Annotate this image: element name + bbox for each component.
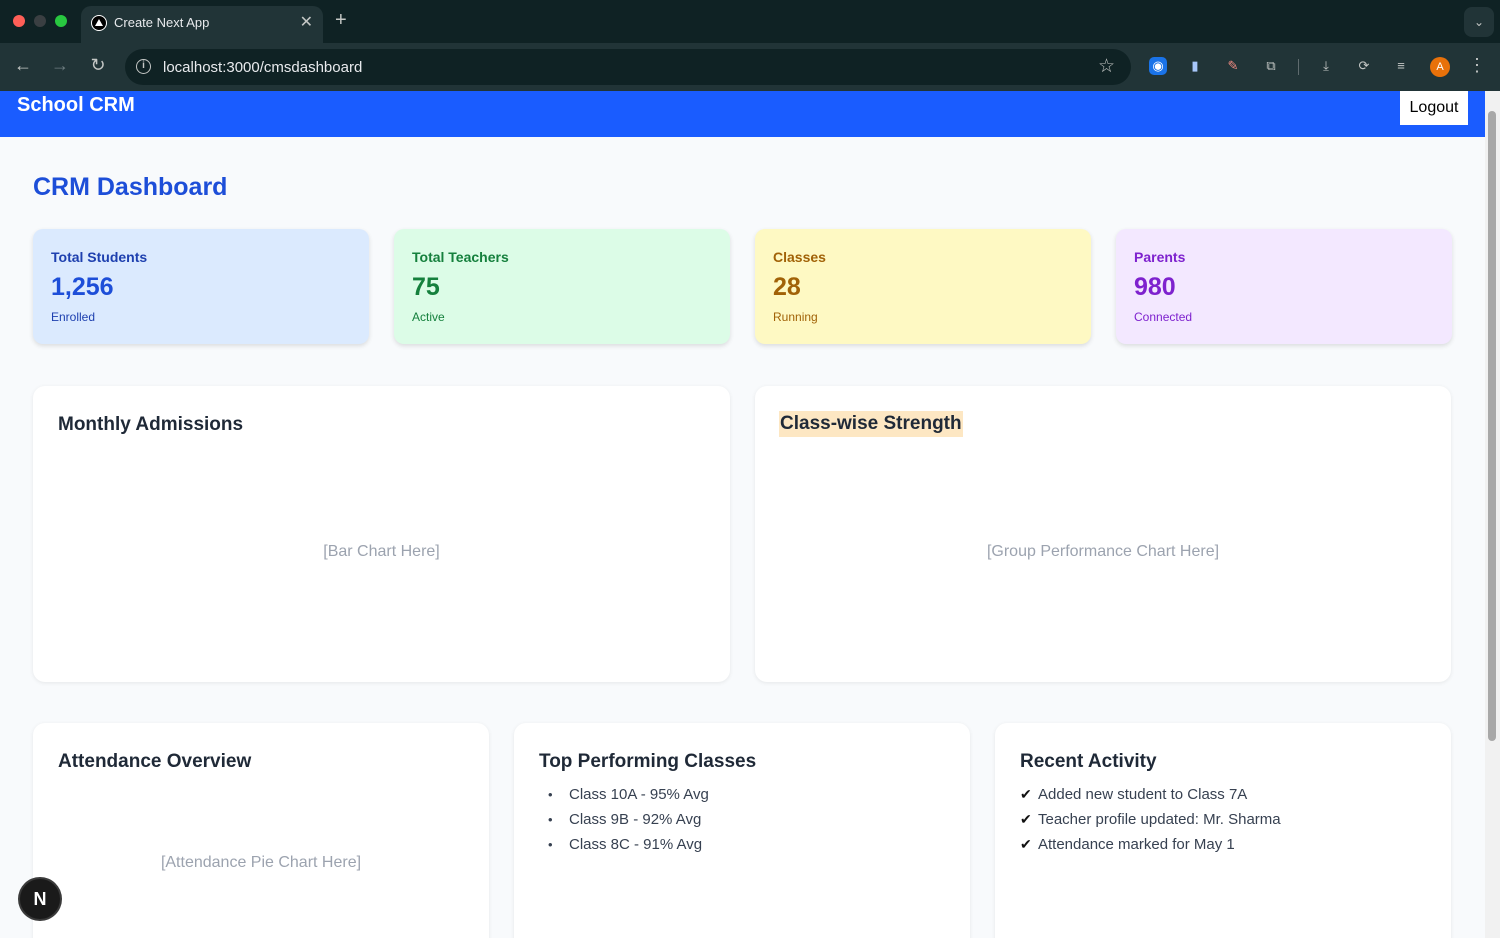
toolbar-divider bbox=[1298, 59, 1299, 75]
docs-extension-icon[interactable]: ▮ bbox=[1186, 57, 1204, 75]
page-scrollbar[interactable] bbox=[1485, 91, 1500, 938]
minimize-window-button[interactable] bbox=[34, 15, 46, 27]
stat-label: Classes bbox=[773, 249, 826, 265]
pie-chart-placeholder: [Attendance Pie Chart Here] bbox=[160, 854, 362, 871]
card-title: Attendance Overview bbox=[58, 751, 252, 772]
media-controls-icon[interactable]: ≡ bbox=[1392, 57, 1410, 75]
stat-value: 980 bbox=[1134, 273, 1176, 301]
stat-label: Parents bbox=[1134, 249, 1186, 265]
group-chart-placeholder: [Group Performance Chart Here] bbox=[986, 543, 1220, 560]
stat-card-teachers: Total Teachers 75 Active bbox=[394, 229, 730, 344]
stat-label: Total Teachers bbox=[412, 249, 509, 265]
tab-search-chevron-icon[interactable]: ⌄ bbox=[1464, 7, 1494, 37]
performance-icon[interactable]: ⟳ bbox=[1355, 57, 1373, 75]
bookmark-star-icon[interactable]: ☆ bbox=[1098, 55, 1115, 78]
card-title: Top Performing Classes bbox=[539, 751, 757, 772]
reload-icon[interactable]: ↻ bbox=[86, 55, 110, 76]
bar-chart-placeholder: [Bar Chart Here] bbox=[323, 543, 440, 560]
site-info-icon[interactable]: i bbox=[136, 59, 151, 74]
activity-list: Added new student to Class 7A Teacher pr… bbox=[1020, 786, 1281, 861]
recent-activity-card: Recent Activity Added new student to Cla… bbox=[995, 723, 1451, 938]
download-icon[interactable]: ⤓ bbox=[1317, 57, 1335, 75]
card-title: Class-wise Strength bbox=[779, 411, 963, 437]
attendance-card: Attendance Overview [Attendance Pie Char… bbox=[33, 723, 489, 938]
nextjs-dev-badge[interactable]: N bbox=[20, 879, 60, 919]
list-item: Class 9B - 92% Avg bbox=[539, 811, 709, 836]
nextjs-favicon-icon bbox=[91, 15, 107, 31]
logout-button[interactable]: Logout bbox=[1400, 91, 1468, 125]
app-header: School CRM Logout bbox=[0, 91, 1485, 137]
messenger-extension-icon[interactable]: ◉ bbox=[1149, 57, 1167, 75]
profile-avatar[interactable]: A bbox=[1430, 57, 1450, 77]
stat-card-parents: Parents 980 Connected bbox=[1116, 229, 1452, 344]
list-item: Teacher profile updated: Mr. Sharma bbox=[1020, 811, 1281, 836]
stat-subtext: Connected bbox=[1134, 310, 1193, 324]
browser-toolbar: ← → ↻ i localhost:3000/cmsdashboard ☆ ◉ … bbox=[0, 43, 1500, 91]
back-arrow-icon[interactable]: ← bbox=[11, 55, 35, 76]
card-title: Monthly Admissions bbox=[58, 414, 244, 435]
stat-value: 1,256 bbox=[51, 273, 114, 301]
stat-label: Total Students bbox=[51, 249, 148, 265]
close-window-button[interactable] bbox=[13, 15, 25, 27]
maximize-window-button[interactable] bbox=[55, 15, 67, 27]
tab-title: Create Next App bbox=[114, 15, 210, 30]
page-viewport: School CRM Logout CRM Dashboard Total St… bbox=[0, 91, 1485, 938]
list-item: Class 10A - 95% Avg bbox=[539, 786, 709, 811]
stat-subtext: Running bbox=[773, 310, 818, 324]
scrollbar-thumb[interactable] bbox=[1488, 111, 1496, 741]
list-item: Attendance marked for May 1 bbox=[1020, 836, 1281, 861]
pen-extension-icon[interactable]: ✎ bbox=[1224, 57, 1242, 75]
stat-value: 28 bbox=[773, 273, 801, 301]
stat-card-students: Total Students 1,256 Enrolled bbox=[33, 229, 369, 344]
browser-titlebar: Create Next App ✕ + ⌄ bbox=[0, 0, 1500, 43]
address-bar[interactable]: i localhost:3000/cmsdashboard ☆ bbox=[125, 49, 1131, 85]
list-item: Added new student to Class 7A bbox=[1020, 786, 1281, 811]
extensions-puzzle-icon[interactable]: ⧉ bbox=[1262, 57, 1280, 75]
page-title: CRM Dashboard bbox=[33, 173, 228, 201]
top-classes-list: Class 10A - 95% Avg Class 9B - 92% Avg C… bbox=[539, 786, 709, 861]
stat-value: 75 bbox=[412, 273, 440, 301]
stat-subtext: Active bbox=[412, 310, 445, 324]
browser-tab[interactable]: Create Next App ✕ bbox=[81, 6, 323, 43]
class-strength-card: Class-wise Strength [Group Performance C… bbox=[755, 386, 1451, 682]
list-item: Class 8C - 91% Avg bbox=[539, 836, 709, 861]
new-tab-icon[interactable]: + bbox=[335, 9, 347, 32]
top-classes-card: Top Performing Classes Class 10A - 95% A… bbox=[514, 723, 970, 938]
stat-subtext: Enrolled bbox=[51, 310, 96, 324]
brand-title: School CRM bbox=[17, 94, 135, 116]
card-title: Recent Activity bbox=[1020, 751, 1157, 772]
tab-close-icon[interactable]: ✕ bbox=[300, 12, 313, 32]
monthly-admissions-card: Monthly Admissions [Bar Chart Here] bbox=[33, 386, 730, 682]
forward-arrow-icon[interactable]: → bbox=[48, 55, 72, 76]
stat-card-classes: Classes 28 Running bbox=[755, 229, 1091, 344]
address-url[interactable]: localhost:3000/cmsdashboard bbox=[163, 59, 362, 76]
browser-menu-icon[interactable]: ⋮ bbox=[1468, 55, 1486, 76]
